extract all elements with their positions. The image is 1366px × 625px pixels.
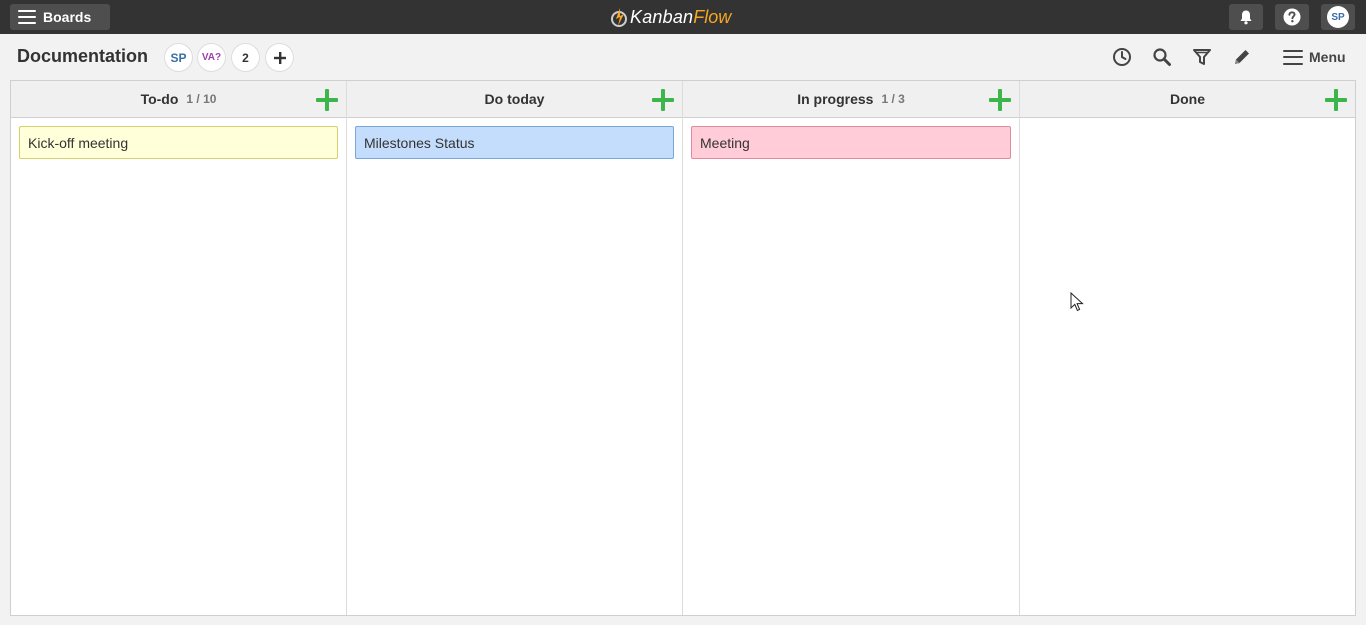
user-avatar: SP <box>1327 6 1349 28</box>
notifications-button[interactable] <box>1229 4 1263 30</box>
time-tracking-button[interactable] <box>1111 46 1133 68</box>
column-do-today: Do today Milestones Status <box>347 81 683 615</box>
top-bar: Boards Kanban Flow SP <box>0 0 1366 34</box>
flame-logo-icon <box>611 8 627 27</box>
add-task-button[interactable] <box>652 89 674 111</box>
column-name: In progress <box>797 91 874 107</box>
add-task-button[interactable] <box>989 89 1011 111</box>
column-wip-limit: 1 / 10 <box>186 92 217 106</box>
column-name: Done <box>1170 91 1205 107</box>
logo-text-kanban: Kanban <box>630 6 694 27</box>
boards-button[interactable]: Boards <box>10 4 110 30</box>
pencil-icon <box>1235 50 1249 64</box>
member-count-label: 2 <box>242 50 249 65</box>
add-task-button[interactable] <box>1325 89 1347 111</box>
add-task-button[interactable] <box>316 89 338 111</box>
help-button[interactable] <box>1275 4 1309 30</box>
help-icon <box>1283 8 1301 26</box>
member-initials: VA? <box>201 52 222 63</box>
column-wip-limit: 1 / 3 <box>881 92 905 106</box>
task-title: Meeting <box>700 134 750 151</box>
bell-icon <box>1240 10 1252 25</box>
column-header[interactable]: Do today <box>347 81 682 118</box>
column-done: Done <box>1020 81 1355 615</box>
column-header[interactable]: Done <box>1020 81 1355 118</box>
member-avatar-va[interactable]: VA? <box>198 44 225 71</box>
mouse-cursor-icon <box>1070 292 1084 312</box>
task-card[interactable]: Kick-off meeting <box>19 126 338 159</box>
edit-board-button[interactable] <box>1231 46 1253 68</box>
boards-label: Boards <box>43 9 92 25</box>
filter-button[interactable] <box>1191 46 1213 68</box>
column-header[interactable]: To-do 1 / 10 <box>11 81 346 118</box>
column-header[interactable]: In progress 1 / 3 <box>683 81 1019 118</box>
kanbanflow-logo[interactable]: Kanban Flow <box>610 6 731 28</box>
task-card[interactable]: Meeting <box>691 126 1011 159</box>
plus-icon <box>273 51 286 64</box>
add-member-button[interactable] <box>266 44 293 71</box>
member-avatar-sp[interactable]: SP <box>165 44 192 71</box>
menu-icon <box>1283 49 1303 65</box>
column-in-progress: In progress 1 / 3 Meeting <box>683 81 1020 615</box>
menu-label: Menu <box>1309 49 1346 65</box>
clock-icon <box>1113 48 1131 66</box>
search-button[interactable] <box>1151 46 1173 68</box>
column-to-do: To-do 1 / 10 Kick-off meeting <box>11 81 347 615</box>
kanban-board: To-do 1 / 10 Kick-off meeting Do today M… <box>10 80 1356 616</box>
task-title: Milestones Status <box>364 134 475 151</box>
user-menu-button[interactable]: SP <box>1321 4 1355 30</box>
column-name: Do today <box>484 91 545 107</box>
task-title: Kick-off meeting <box>28 134 129 151</box>
search-icon <box>1153 48 1171 66</box>
logo-text-flow: Flow <box>693 6 732 27</box>
column-name: To-do <box>140 91 179 107</box>
hamburger-icon <box>18 10 36 24</box>
filter-icon <box>1193 49 1211 65</box>
member-count[interactable]: 2 <box>232 44 259 71</box>
member-initials: SP <box>170 50 187 65</box>
task-card[interactable]: Milestones Status <box>355 126 674 159</box>
board-menu-button[interactable]: Menu <box>1283 46 1346 68</box>
board-title[interactable]: Documentation <box>17 46 148 67</box>
